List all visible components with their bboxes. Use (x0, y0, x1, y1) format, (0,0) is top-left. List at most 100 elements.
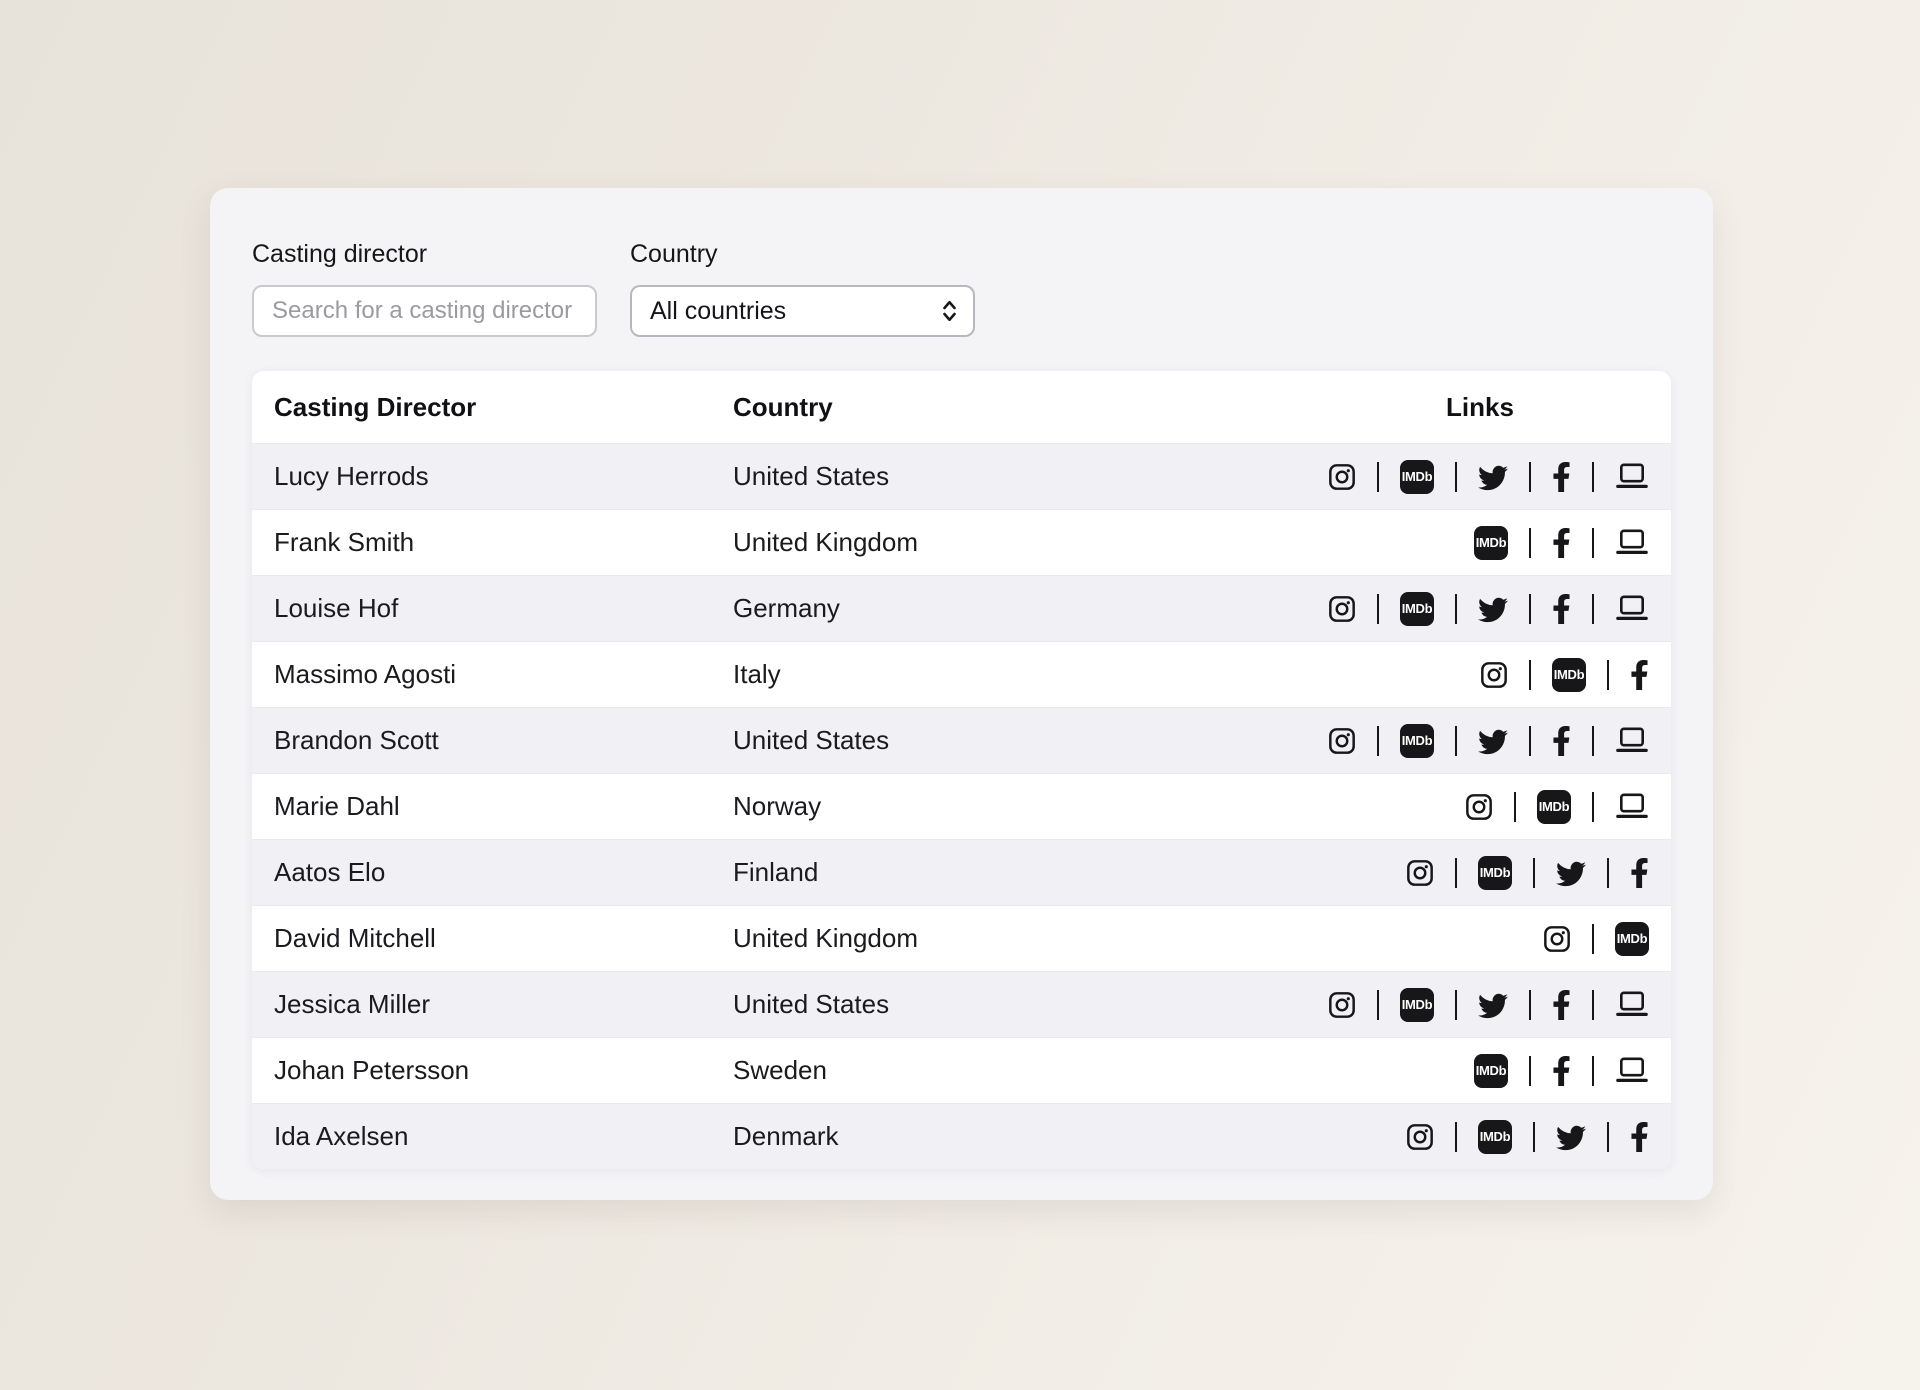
website-icon (1615, 595, 1649, 622)
imdb-link[interactable]: IMDb (1478, 856, 1512, 890)
website-link[interactable] (1615, 793, 1649, 820)
director-country: Norway (733, 791, 1289, 822)
facebook-link[interactable] (1630, 1122, 1649, 1152)
imdb-icon: IMDb (1537, 790, 1571, 824)
imdb-icon: IMDb (1400, 724, 1434, 758)
twitter-link[interactable] (1478, 990, 1508, 1020)
link-separator (1377, 462, 1379, 492)
twitter-icon (1556, 1122, 1586, 1152)
director-links: IMDb (1289, 526, 1671, 560)
director-links: IMDb (1289, 592, 1671, 626)
link-separator (1455, 726, 1457, 756)
instagram-link[interactable] (1328, 727, 1356, 755)
facebook-link[interactable] (1552, 462, 1571, 492)
link-separator (1529, 726, 1531, 756)
instagram-icon (1406, 1123, 1434, 1151)
website-link[interactable] (1615, 727, 1649, 754)
facebook-link[interactable] (1630, 858, 1649, 888)
facebook-link[interactable] (1630, 660, 1649, 690)
instagram-link[interactable] (1465, 793, 1493, 821)
country-select[interactable]: All countries (630, 285, 975, 337)
casting-directors-table: Casting Director Country Links Lucy Herr… (252, 371, 1671, 1169)
website-link[interactable] (1615, 529, 1649, 556)
twitter-link[interactable] (1478, 462, 1508, 492)
facebook-link[interactable] (1552, 726, 1571, 756)
imdb-link[interactable]: IMDb (1552, 658, 1586, 692)
facebook-icon (1630, 660, 1649, 690)
imdb-link[interactable]: IMDb (1478, 1120, 1512, 1154)
twitter-link[interactable] (1556, 858, 1586, 888)
link-separator (1377, 726, 1379, 756)
instagram-link[interactable] (1543, 925, 1571, 953)
director-links: IMDb (1289, 1054, 1671, 1088)
instagram-link[interactable] (1328, 595, 1356, 623)
website-link[interactable] (1615, 595, 1649, 622)
link-separator (1533, 1122, 1535, 1152)
imdb-icon: IMDb (1400, 460, 1434, 494)
imdb-link[interactable]: IMDb (1615, 922, 1649, 956)
imdb-icon: IMDb (1400, 592, 1434, 626)
table-row: Marie DahlNorway IMDb (252, 773, 1671, 839)
imdb-link[interactable]: IMDb (1400, 592, 1434, 626)
imdb-link[interactable]: IMDb (1474, 1054, 1508, 1088)
director-filter-group: Casting director (252, 240, 597, 337)
link-separator (1607, 858, 1609, 888)
link-separator (1592, 528, 1594, 558)
twitter-link[interactable] (1556, 1122, 1586, 1152)
instagram-icon (1328, 595, 1356, 623)
link-separator (1455, 594, 1457, 624)
website-link[interactable] (1615, 991, 1649, 1018)
imdb-link[interactable]: IMDb (1537, 790, 1571, 824)
link-separator (1592, 462, 1594, 492)
instagram-link[interactable] (1328, 991, 1356, 1019)
casting-directory-card: Casting director Country All countries C… (210, 188, 1713, 1200)
director-country: United States (733, 461, 1289, 492)
facebook-icon (1552, 462, 1571, 492)
director-filter-label: Casting director (252, 240, 597, 269)
website-icon (1615, 991, 1649, 1018)
twitter-link[interactable] (1478, 726, 1508, 756)
twitter-link[interactable] (1478, 594, 1508, 624)
director-search-input[interactable] (252, 285, 597, 337)
facebook-link[interactable] (1552, 594, 1571, 624)
imdb-icon: IMDb (1615, 922, 1649, 956)
link-separator (1455, 462, 1457, 492)
instagram-icon (1328, 463, 1356, 491)
imdb-link[interactable]: IMDb (1400, 988, 1434, 1022)
table-row: Brandon ScottUnited StatesIMDb (252, 707, 1671, 773)
director-country: Finland (733, 857, 1289, 888)
website-link[interactable] (1615, 1057, 1649, 1084)
facebook-icon (1630, 858, 1649, 888)
imdb-link[interactable]: IMDb (1474, 526, 1508, 560)
imdb-icon: IMDb (1474, 526, 1508, 560)
imdb-link[interactable]: IMDb (1400, 724, 1434, 758)
facebook-link[interactable] (1552, 1056, 1571, 1086)
director-name: Brandon Scott (252, 725, 733, 756)
facebook-icon (1630, 1122, 1649, 1152)
instagram-link[interactable] (1328, 463, 1356, 491)
table-row: Lucy HerrodsUnited States IMDb (252, 443, 1671, 509)
instagram-icon (1328, 991, 1356, 1019)
table-row: David MitchellUnited KingdomIMDb (252, 905, 1671, 971)
link-separator (1529, 462, 1531, 492)
imdb-link[interactable]: IMDb (1400, 460, 1434, 494)
header-country: Country (733, 392, 1289, 423)
link-separator (1592, 792, 1594, 822)
link-separator (1592, 924, 1594, 954)
link-separator (1455, 990, 1457, 1020)
director-name: Aatos Elo (252, 857, 733, 888)
website-link[interactable] (1615, 463, 1649, 490)
country-filter-label: Country (630, 240, 975, 269)
instagram-link[interactable] (1406, 1123, 1434, 1151)
instagram-link[interactable] (1406, 859, 1434, 887)
facebook-link[interactable] (1552, 990, 1571, 1020)
director-name: Marie Dahl (252, 791, 733, 822)
instagram-icon (1543, 925, 1571, 953)
director-name: Lucy Herrods (252, 461, 733, 492)
link-separator (1592, 1056, 1594, 1086)
instagram-icon (1465, 793, 1493, 821)
table-row: Louise HofGermanyIMDb (252, 575, 1671, 641)
instagram-link[interactable] (1480, 661, 1508, 689)
director-links: IMDb (1289, 658, 1671, 692)
facebook-link[interactable] (1552, 528, 1571, 558)
